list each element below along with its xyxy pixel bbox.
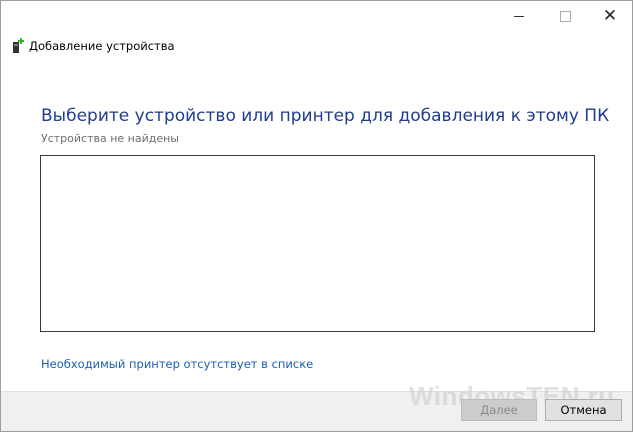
next-button[interactable]: Далее [461,399,537,421]
missing-printer-link[interactable]: Необходимый принтер отсутствует в списке [41,357,313,371]
minimize-icon [514,15,524,17]
maximize-icon [559,10,571,22]
page-heading: Выберите устройство или принтер для доба… [41,106,610,126]
minimize-button[interactable] [496,1,542,31]
status-text: Устройства не найдены [41,132,179,145]
cancel-button[interactable]: Отмена [545,399,622,421]
close-icon: ✕ [602,5,618,26]
device-list[interactable] [40,155,595,332]
window-title: Добавление устройства [29,39,175,53]
close-button[interactable]: ✕ [587,1,632,31]
add-device-window: ✕ Добавление устройства Выберите устройс… [0,0,633,432]
maximize-button[interactable] [542,1,588,31]
footer-bar [1,391,632,431]
printer-add-icon [13,38,24,53]
